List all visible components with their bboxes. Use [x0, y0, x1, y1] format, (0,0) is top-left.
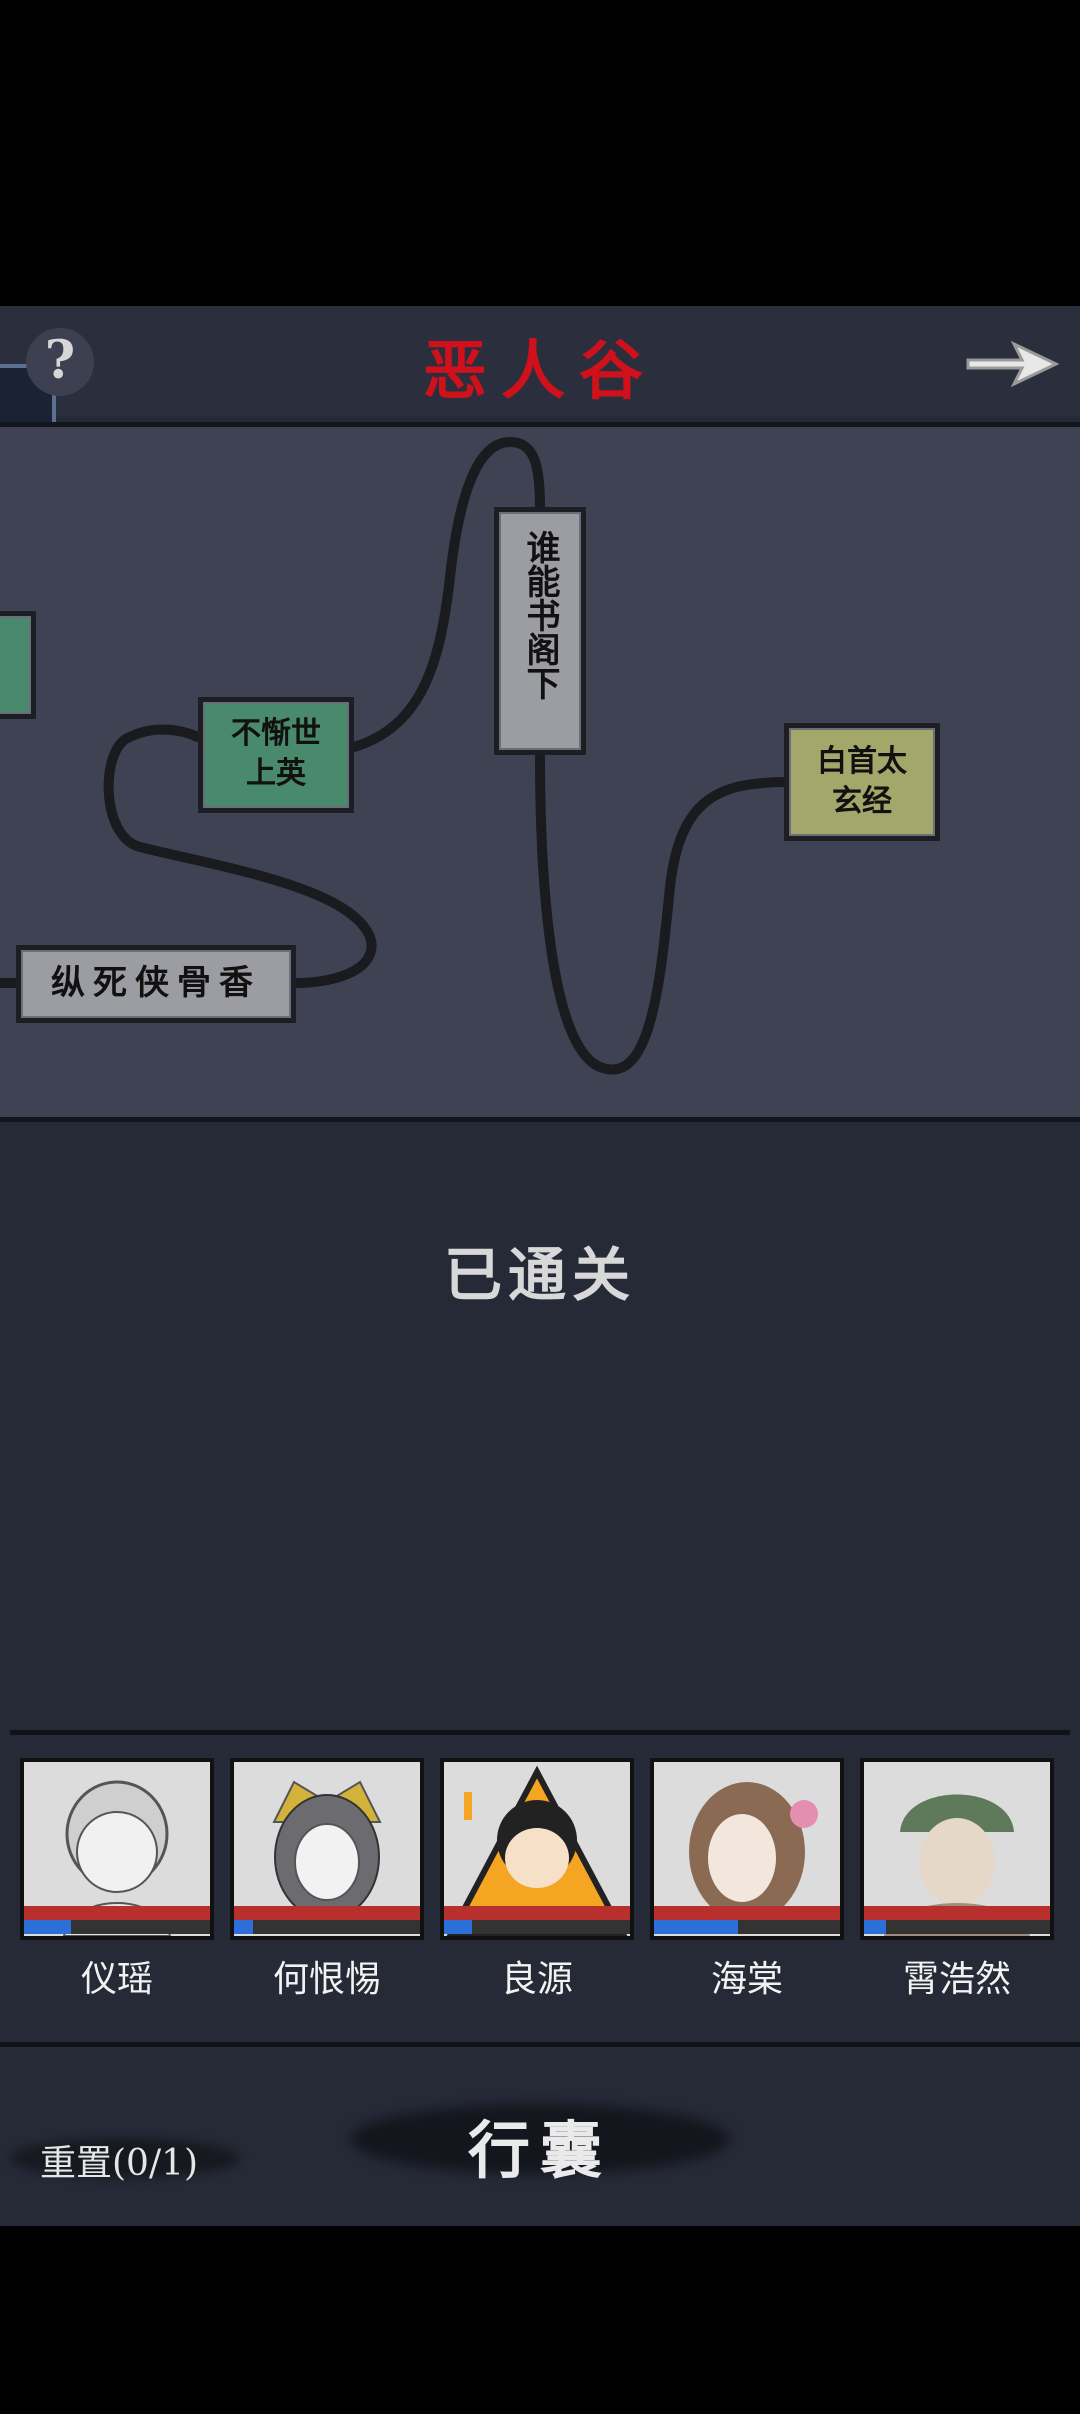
hp-bar: [234, 1906, 420, 1920]
party-member-5[interactable]: 霄浩然: [860, 1758, 1054, 2002]
map-node-label: 谁能书阁下: [520, 530, 560, 700]
avatar: [440, 1758, 634, 1940]
member-name: 仪瑶: [80, 1959, 153, 2000]
mp-bar: [444, 1920, 472, 1934]
map-node-offscreen[interactable]: [0, 611, 36, 719]
member-name: 海棠: [710, 1959, 783, 2000]
mp-bar: [234, 1920, 253, 1934]
mp-bar: [864, 1920, 887, 1934]
avatar: [650, 1758, 844, 1940]
avatar: [230, 1758, 424, 1940]
stage-map: 不惭世 上英 谁能书阁下 白首太 玄经 纵死侠骨香: [0, 422, 1080, 1122]
hp-bar: [24, 1906, 210, 1920]
avatar: [20, 1758, 214, 1940]
hp-bar: [444, 1906, 630, 1920]
map-node-3[interactable]: 白首太 玄经: [784, 723, 940, 841]
stage-title: 恶人谷: [423, 334, 657, 409]
map-node-label: 白首太: [817, 744, 907, 779]
member-name: 良源: [500, 1959, 573, 2000]
stage-cleared-text: 已通关: [443, 1241, 636, 1309]
party-member-3[interactable]: 良源: [440, 1758, 634, 2002]
game-screen: ? 恶人谷 不惭世 上英 谁能书阁下 白首太 玄经 纵死侠骨香 已通关 仪瑶 何…: [0, 306, 1080, 2226]
divider: [0, 2042, 1080, 2047]
party-member-4[interactable]: 海棠: [650, 1758, 844, 2002]
member-name: 何恨惕: [272, 1959, 381, 2000]
hp-bar: [654, 1906, 840, 1920]
arrow-right-icon[interactable]: [964, 336, 1060, 392]
member-name: 霄浩然: [902, 1959, 1011, 2000]
mp-bar: [24, 1920, 71, 1934]
avatar: [860, 1758, 1054, 1940]
mp-bar: [654, 1920, 738, 1934]
map-node-2[interactable]: 谁能书阁下: [494, 507, 586, 755]
map-node-1[interactable]: 不惭世 上英: [198, 697, 354, 813]
bag-button[interactable]: 行囊: [350, 2086, 730, 2196]
map-node-4[interactable]: 纵死侠骨香: [16, 945, 296, 1023]
divider: [10, 1730, 1070, 1735]
reset-button[interactable]: 重置(0/1): [10, 2124, 240, 2192]
map-node-label: 玄经: [832, 784, 892, 819]
map-node-label: 不惭世: [231, 716, 321, 751]
party-roster: 仪瑶 何恨惕 良源 海棠 霄浩然: [20, 1758, 1060, 2000]
bag-label: 行囊: [467, 2114, 612, 2187]
party-member-1[interactable]: 仪瑶: [20, 1758, 214, 2002]
map-node-label: 上英: [246, 756, 306, 791]
header-bar: ? 恶人谷: [0, 306, 1080, 492]
party-member-2[interactable]: 何恨惕: [230, 1758, 424, 2002]
reset-label: 重置(0/1): [40, 2143, 199, 2184]
hp-bar: [864, 1906, 1050, 1920]
